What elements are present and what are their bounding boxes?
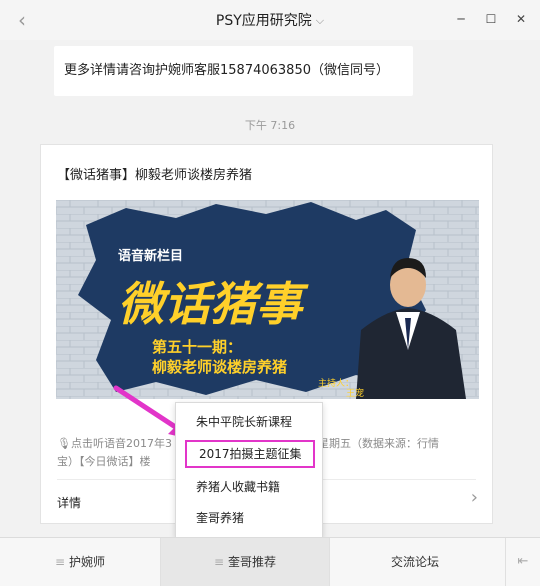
chevron-right-icon[interactable]: › (471, 487, 478, 508)
menu-item-course[interactable]: 朱中平院长新课程 (176, 408, 322, 436)
close-button[interactable]: ✕ (510, 8, 532, 30)
chevron-down-icon[interactable]: ⌵ (316, 14, 324, 28)
banner-big-title: 微话猪事 (118, 278, 309, 330)
menu-item-kuige[interactable]: 奎哥养猪 (176, 504, 322, 532)
banner-topic: 柳毅老师谈楼房养猪 (152, 358, 287, 376)
window-title: PSY应用研究院 (215, 13, 312, 29)
title-bar: ‹ PSY应用研究院 ⌵ ─ ☐ ✕ (0, 0, 540, 40)
menu-item-photo-call[interactable]: 2017拍摄主题征集 (185, 440, 315, 468)
maximize-button[interactable]: ☐ (480, 8, 502, 30)
summary-line1-end: 星期五（数据来源：行情 (317, 437, 439, 450)
window-controls: ─ ☐ ✕ (450, 8, 532, 30)
tab-huwanshi[interactable]: ≡ 护婉师 (0, 538, 160, 586)
minimize-button[interactable]: ─ (450, 8, 472, 30)
message-timestamp: 下午 7:16 (244, 119, 296, 132)
tab-kuige-recommend[interactable]: ≡ 奎哥推荐 (161, 538, 329, 586)
article-title[interactable]: 【微话猪事】柳毅老师谈楼房养猪 (57, 164, 252, 183)
banner-small-tag: 语音新栏目 (118, 248, 183, 263)
tab-kuige-recommend-label: 奎哥推荐 (228, 555, 277, 569)
banner-episode: 第五十一期： (152, 338, 242, 356)
article-banner-image[interactable]: 语音新栏目 微话猪事 第五十一期： 柳毅老师谈楼房养猪 主持人： 王宠 (56, 200, 479, 399)
chat-message[interactable]: 更多详情请咨询护婉师客服15874063850（微信同号） (54, 46, 413, 96)
popup-menu: 朱中平院长新课程 2017拍摄主题征集 养猪人收藏书籍 奎哥养猪 (175, 402, 323, 538)
tab-huwanshi-label: 护婉师 (69, 555, 106, 569)
keyboard-toggle-icon[interactable]: ⇤ (506, 538, 540, 586)
tab-forum[interactable]: 交流论坛 (330, 538, 500, 586)
banner-host-label: 主持人： (318, 377, 354, 388)
menu-item-books[interactable]: 养猪人收藏书籍 (176, 473, 322, 501)
tab-forum-label: 交流论坛 (390, 555, 439, 569)
menu-lines-icon: ≡ (54, 555, 66, 569)
banner-graphic: 语音新栏目 微话猪事 第五十一期： 柳毅老师谈楼房养猪 主持人： 王宠 (56, 200, 479, 399)
detail-link[interactable]: 详情 (57, 494, 81, 511)
menu-lines-icon: ≡ (213, 555, 225, 569)
bottom-menu-bar: ≡ 护婉师 ≡ 奎哥推荐 交流论坛 ⇤ (0, 537, 540, 586)
banner-host-name: 王宠 (346, 387, 364, 398)
